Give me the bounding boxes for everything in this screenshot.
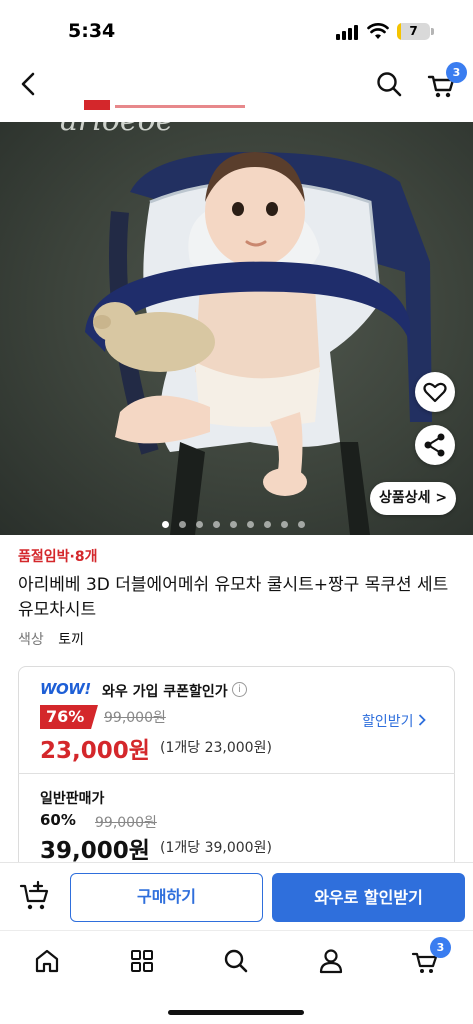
status-time: 5:34 [68,20,116,42]
option-row[interactable]: 색상 토끼 [18,629,84,649]
get-discount-link[interactable]: 할인받기 [362,711,426,731]
status-bar: 5:34 7 [0,0,473,62]
cart-tab-badge: 3 [430,937,451,958]
normal-original-price: 99,000원 [95,815,157,831]
chevron-right-icon [418,714,426,726]
photo-brand-watermark: arioeoe [60,122,173,138]
search-icon[interactable] [373,68,405,100]
scrolled-content-peek [0,100,473,122]
wow-discount-buy-button[interactable]: 와우로 할인받기 [272,873,465,922]
cart-button[interactable]: 3 [426,62,467,100]
category-grid-icon[interactable] [126,945,158,977]
peek-price-text [115,100,245,108]
bottom-tab-bar: 3 [0,930,473,1024]
purchase-action-bar: 구매하기 와우로 할인받기 [0,862,473,930]
wow-sale-price: 23,000원 [40,738,150,764]
home-icon[interactable] [31,945,63,977]
carousel-dot[interactable] [213,521,220,528]
wow-original-price: 99,000원 [104,710,166,726]
carousel-page-dots [162,521,312,529]
search-tab-icon[interactable] [220,945,252,977]
wow-discount-badge: 76% [40,705,98,729]
wow-logo: WOW! [40,680,91,698]
battery-icon: 7 [397,23,430,40]
carousel-dot[interactable] [230,521,237,528]
carousel-dot[interactable] [281,521,288,528]
profile-icon[interactable] [315,945,347,977]
carousel-dot[interactable] [162,521,169,528]
carousel-dot[interactable] [179,521,186,528]
buy-button[interactable]: 구매하기 [70,873,263,922]
product-title: 아리베베 3D 더블에어메쉬 유모차 쿨시트+짱구 목쿠션 세트 유모차시트 [18,575,449,620]
cart-tab[interactable]: 3 [410,937,451,977]
carousel-dot[interactable] [264,521,271,528]
home-indicator [168,1010,304,1015]
option-label: 색상 [18,632,44,648]
price-card-divider [18,773,455,774]
wow-coupon-price-title: 와우 가입 쿠폰할인가 [102,684,228,700]
product-detail-button[interactable]: 상품상세 > [370,482,456,515]
battery-nub [431,28,434,35]
add-to-cart-icon[interactable] [18,879,54,915]
carousel-dot[interactable] [298,521,305,528]
back-arrow-icon[interactable] [14,68,46,100]
wifi-icon [367,23,389,39]
wishlist-button[interactable] [415,372,455,412]
heart-icon [423,382,447,403]
battery-level-text: 7 [409,24,418,38]
wow-unit-price: (1개당 23,000원) [160,740,272,756]
carousel-dot[interactable] [247,521,254,528]
product-photo: arioeoe [60,122,432,535]
cellular-signal-icon [336,24,360,40]
normal-price-title: 일반판매가 [40,791,105,807]
get-discount-label: 할인받기 [362,714,414,730]
info-icon[interactable]: i [232,682,247,697]
share-button[interactable] [415,425,455,465]
cart-count-badge: 3 [446,62,467,83]
low-stock-label: 품절임박·8개 [18,549,98,565]
option-value: 토끼 [58,632,84,648]
peek-price-tag [84,100,110,110]
product-image-carousel[interactable]: arioeoe [0,122,473,535]
normal-unit-price: (1개당 39,000원) [160,840,272,856]
normal-sale-price: 39,000원 [40,838,150,864]
normal-discount: 60% [40,811,76,829]
carousel-dot[interactable] [196,521,203,528]
share-icon [424,433,445,457]
